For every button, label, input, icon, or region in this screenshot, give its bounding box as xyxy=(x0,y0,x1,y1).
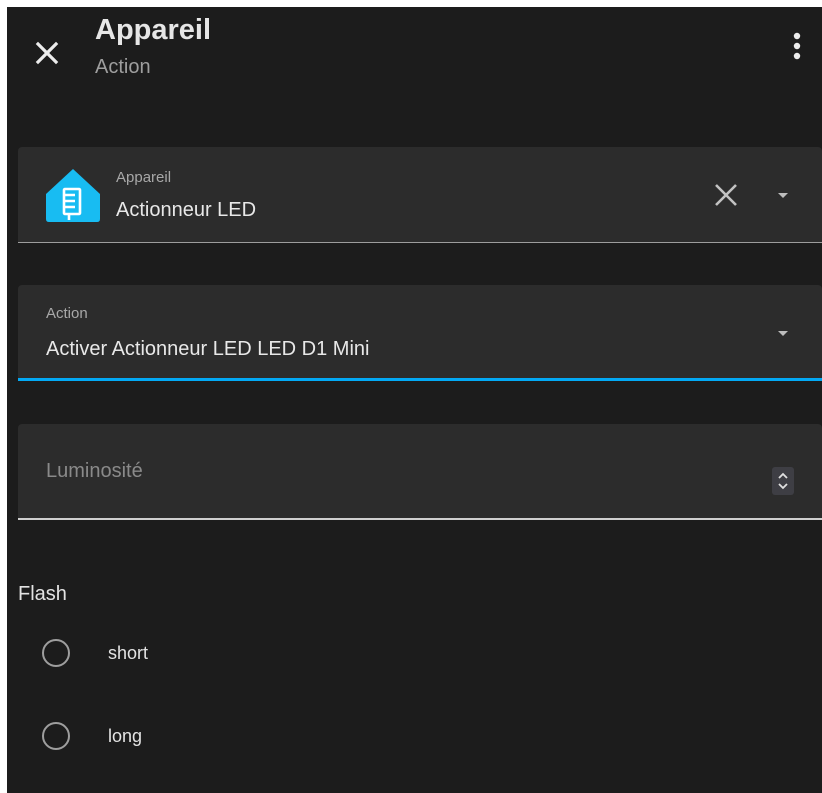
caret-down-icon xyxy=(778,331,788,336)
radio-button[interactable] xyxy=(42,639,70,667)
close-icon xyxy=(35,41,59,65)
action-picker[interactable]: Action Activer Actionneur LED LED D1 Min… xyxy=(18,285,822,381)
flash-option-label: long xyxy=(108,726,143,746)
device-field-label: Appareil xyxy=(116,169,172,186)
brightness-stepper[interactable] xyxy=(772,467,794,495)
radio-button[interactable] xyxy=(42,722,70,750)
flash-option-label: short xyxy=(108,643,149,663)
more-vertical-icon xyxy=(793,32,801,60)
flash-option-short[interactable]: short xyxy=(37,637,337,677)
action-field-value: Activer Actionneur LED LED D1 Mini xyxy=(46,338,370,360)
action-dropdown-button[interactable] xyxy=(773,323,793,343)
action-field-label: Action xyxy=(46,305,88,322)
device-field-value: Actionneur LED xyxy=(116,199,257,221)
page-title: Appareil xyxy=(95,14,212,46)
brightness-placeholder: Luminosité xyxy=(46,460,143,482)
caret-down-icon xyxy=(778,193,788,198)
device-action-dialog: Appareil Action Appareil Actionneur LED xyxy=(7,7,822,793)
brightness-input[interactable]: Luminosité xyxy=(18,424,822,520)
stepper-icon xyxy=(778,472,788,490)
flash-option-long[interactable]: long xyxy=(37,720,337,760)
clear-device-button[interactable] xyxy=(708,177,744,213)
device-dropdown-button[interactable] xyxy=(773,185,793,205)
more-options-button[interactable] xyxy=(783,27,811,67)
flash-label: Flash xyxy=(18,583,67,605)
home-assistant-logo xyxy=(46,169,100,222)
close-button[interactable] xyxy=(29,35,65,71)
close-icon xyxy=(715,184,737,206)
device-picker[interactable]: Appareil Actionneur LED xyxy=(18,147,822,243)
page-subtitle: Action xyxy=(95,56,151,78)
